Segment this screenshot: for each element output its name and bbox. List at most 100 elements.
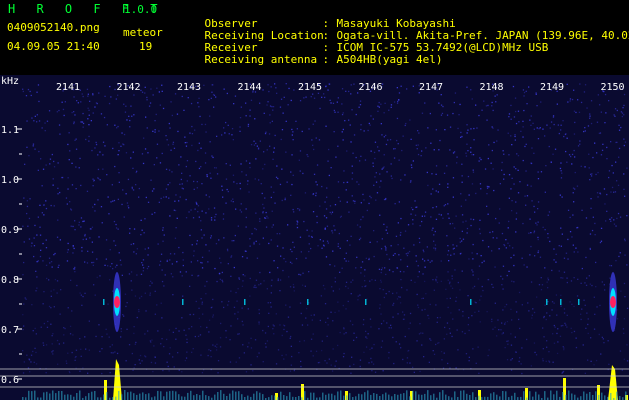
noise-dot — [480, 255, 482, 257]
noise-dot — [23, 325, 25, 327]
noise-dot — [30, 94, 32, 97]
noise-dot — [253, 241, 255, 244]
noise-dot — [33, 255, 35, 258]
noise-dot — [556, 314, 558, 316]
noise-dot — [319, 205, 321, 207]
noise-dot — [79, 157, 81, 160]
noise-dot — [472, 243, 474, 246]
level-bar — [376, 393, 378, 400]
noise-dot — [206, 326, 208, 329]
noise-dot — [525, 170, 527, 172]
noise-dot — [345, 260, 347, 262]
noise-dot — [111, 344, 113, 346]
noise-dot — [274, 202, 276, 204]
level-bar — [247, 395, 249, 400]
noise-dot — [451, 287, 454, 289]
noise-dot — [363, 130, 365, 132]
noise-dot — [419, 370, 421, 373]
noise-dot — [397, 244, 399, 246]
noise-dot — [373, 184, 375, 186]
noise-dot — [396, 87, 398, 89]
noise-dot — [458, 114, 460, 116]
noise-dot — [492, 328, 494, 330]
noise-dot — [508, 154, 510, 156]
noise-dot — [545, 318, 547, 321]
noise-dot — [518, 360, 520, 363]
noise-dot — [492, 286, 494, 288]
noise-dot — [452, 112, 454, 115]
level-bar — [106, 392, 108, 400]
level-bar — [586, 393, 588, 400]
noise-dot — [427, 259, 429, 261]
noise-dot — [438, 149, 440, 151]
noise-dot — [378, 101, 380, 104]
noise-dot — [398, 92, 401, 94]
level-bar — [91, 391, 93, 400]
noise-dot — [308, 235, 310, 237]
noise-dot — [576, 295, 579, 297]
noise-dot — [328, 174, 330, 177]
noise-dot — [41, 185, 43, 187]
noise-dot — [289, 261, 292, 263]
noise-dot — [306, 154, 308, 156]
noise-dot — [230, 290, 232, 292]
noise-dot — [306, 229, 308, 231]
noise-dot — [373, 343, 375, 346]
noise-dot — [567, 209, 570, 211]
noise-dot — [150, 280, 152, 282]
noise-dot — [170, 101, 172, 103]
noise-dot — [492, 231, 494, 233]
noise-dot — [183, 329, 185, 331]
noise-dot — [561, 372, 563, 374]
noise-dot — [221, 185, 223, 187]
noise-dot — [216, 135, 218, 137]
noise-dot — [466, 86, 468, 88]
noise-dot — [378, 328, 380, 330]
noise-dot — [468, 194, 470, 196]
noise-dot — [537, 221, 539, 223]
noise-dot — [133, 228, 136, 230]
noise-dot — [492, 109, 494, 112]
noise-dot — [388, 269, 391, 271]
noise-dot — [585, 256, 587, 259]
noise-dot — [399, 296, 401, 298]
noise-dot — [107, 196, 109, 198]
noise-dot — [288, 276, 290, 278]
noise-dot — [161, 152, 163, 155]
noise-dot — [616, 318, 619, 320]
noise-dot — [117, 94, 119, 96]
noise-dot — [227, 263, 229, 265]
noise-dot — [230, 255, 233, 257]
level-bar — [217, 392, 219, 400]
noise-dot — [201, 303, 203, 305]
noise-dot — [479, 232, 481, 235]
noise-dot — [215, 167, 217, 169]
noise-dot — [466, 227, 469, 230]
noise-dot — [176, 260, 178, 263]
noise-dot — [405, 253, 407, 255]
noise-dot — [155, 113, 157, 116]
noise-dot — [39, 234, 42, 236]
noise-dot — [268, 133, 271, 135]
noise-dot — [180, 156, 182, 158]
noise-dot — [586, 107, 588, 109]
noise-dot — [275, 87, 277, 89]
noise-dot — [270, 186, 272, 188]
level-bar — [394, 394, 396, 400]
noise-dot — [169, 259, 171, 261]
noise-dot — [449, 223, 451, 225]
noise-dot — [606, 146, 608, 149]
noise-dot — [266, 288, 268, 290]
noise-dot — [74, 114, 76, 116]
noise-dot — [72, 245, 74, 247]
noise-dot — [123, 103, 125, 105]
noise-dot — [56, 292, 58, 294]
noise-dot — [472, 218, 475, 221]
noise-dot — [178, 369, 180, 371]
noise-dot — [514, 351, 517, 353]
noise-dot — [621, 112, 624, 114]
noise-dot — [438, 183, 441, 185]
noise-dot — [199, 115, 201, 118]
noise-dot — [33, 237, 35, 239]
noise-dot — [243, 352, 245, 354]
